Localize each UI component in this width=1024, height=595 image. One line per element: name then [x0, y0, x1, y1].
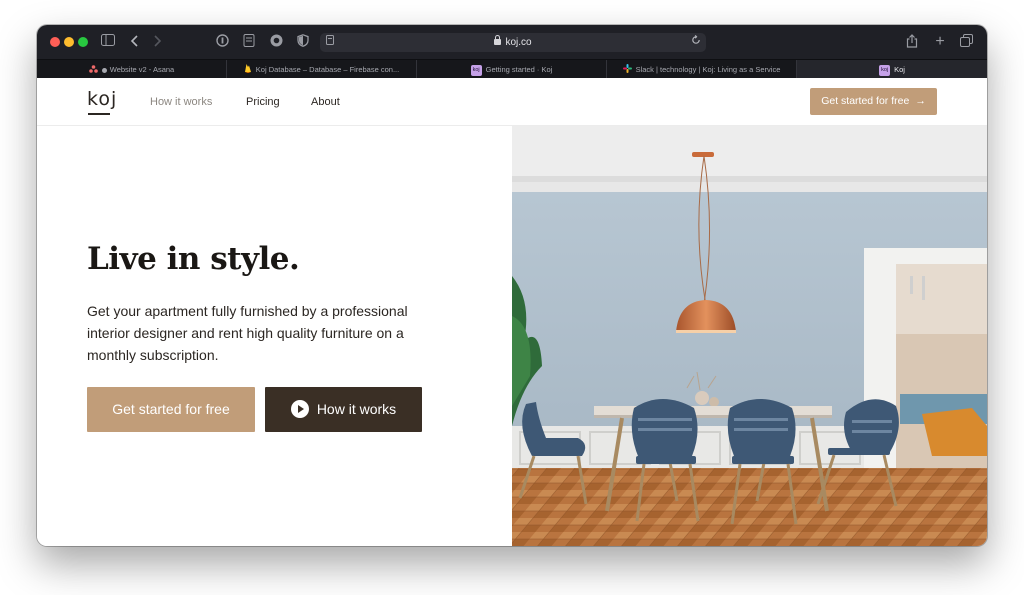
nav-pricing[interactable]: Pricing: [246, 95, 280, 109]
play-icon: [290, 400, 309, 419]
tab-firebase[interactable]: Koj Database – Database – Firebase con..…: [227, 60, 417, 79]
tab-label: Koj Database – Database – Firebase con..…: [255, 65, 400, 74]
sidebar-toggle-icon[interactable]: [101, 34, 117, 50]
hero-how-it-works-button[interactable]: How it works: [265, 387, 422, 432]
hero-primary-label: Get started for free: [112, 401, 230, 417]
header-get-started-button[interactable]: Get started for free →: [810, 88, 937, 115]
header-cta-label: Get started for free: [821, 95, 910, 107]
tab-koj-active[interactable]: koj Koj: [797, 60, 987, 79]
new-tab-icon[interactable]: +: [933, 34, 947, 50]
firebase-icon: [244, 61, 252, 79]
address-bar[interactable]: koj.co: [320, 33, 706, 52]
tab-label: Slack | technology | Koj: Living as a Se…: [635, 65, 781, 74]
reload-icon[interactable]: [691, 35, 701, 51]
back-icon[interactable]: [130, 34, 142, 50]
nav-how-it-works[interactable]: How it works: [150, 95, 212, 109]
tab-asana[interactable]: Website v2 - Asana: [37, 60, 227, 79]
hero-get-started-button[interactable]: Get started for free: [87, 387, 255, 432]
tab-getting-started[interactable]: koj Getting started · Koj: [417, 60, 607, 79]
unsaved-dot-icon: [101, 67, 107, 73]
koj-logo[interactable]: koj: [87, 89, 117, 109]
tab-slack[interactable]: Slack | technology | Koj: Living as a Se…: [607, 60, 797, 79]
url-value: koj.co: [505, 37, 532, 48]
hero-secondary-label: How it works: [316, 401, 397, 417]
reader-extension-icon[interactable]: [243, 34, 257, 50]
onepassword-icon[interactable]: [216, 34, 230, 50]
hero-text-section: Live in style. Get your apartment fully …: [37, 126, 512, 546]
asana-icon: [88, 61, 98, 79]
tab-label: Website v2 - Asana: [109, 65, 175, 74]
tab-overview-icon[interactable]: [960, 34, 974, 50]
close-window-button[interactable]: [50, 37, 60, 47]
privacy-extension-icon[interactable]: [270, 34, 284, 50]
koj-favicon: koj: [879, 64, 891, 76]
zoom-window-button[interactable]: [78, 37, 88, 47]
lock-icon: [494, 35, 502, 45]
minimize-window-button[interactable]: [64, 37, 74, 47]
browser-window: koj.co + Website v2 - Asana Koj Database…: [37, 25, 987, 546]
slack-icon: [622, 61, 632, 79]
tab-label: Getting started · Koj: [485, 65, 553, 74]
desktop: koj.co + Website v2 - Asana Koj Database…: [0, 0, 1024, 595]
shield-icon[interactable]: [297, 34, 311, 50]
tab-label: Koj: [894, 65, 905, 74]
forward-icon[interactable]: [152, 34, 164, 50]
hero-dining-room-image: [512, 126, 987, 546]
nav-about[interactable]: About: [311, 95, 340, 109]
share-icon[interactable]: [906, 34, 920, 50]
site-header: koj How it works Pricing About Get start…: [37, 78, 987, 126]
url-text: koj.co: [320, 35, 706, 50]
tab-bar: Website v2 - Asana Koj Database – Databa…: [37, 59, 987, 79]
arrow-right-icon: →: [915, 95, 926, 107]
logo-underline: [88, 113, 110, 115]
browser-toolbar: koj.co +: [37, 25, 987, 59]
hero-subtitle: Get your apartment fully furnished by a …: [87, 303, 408, 363]
koj-favicon: koj: [470, 64, 482, 76]
hero-headline: Live in style.: [87, 241, 300, 277]
